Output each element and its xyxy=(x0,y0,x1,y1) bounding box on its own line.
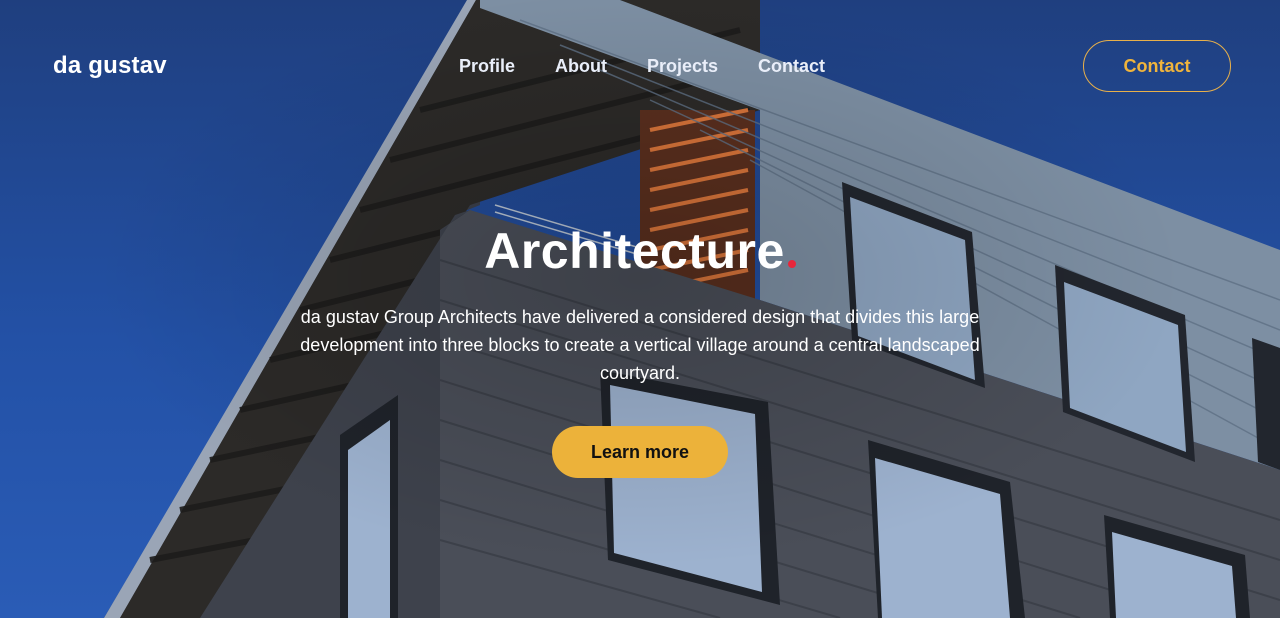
logo[interactable]: da gustav xyxy=(53,52,167,80)
hero-title: Architecture xyxy=(0,222,1280,280)
hero-description: da gustav Group Architects have delivere… xyxy=(300,307,980,383)
main-navigation: Profile About Projects Contact xyxy=(459,56,825,77)
nav-item-profile[interactable]: Profile xyxy=(459,56,515,77)
hero-section: da gustav Profile About Projects Contact… xyxy=(0,0,1280,618)
contact-button[interactable]: Contact xyxy=(1083,40,1231,92)
hero-title-text: Architecture xyxy=(484,223,785,279)
nav-item-about[interactable]: About xyxy=(555,56,607,77)
header: da gustav Profile About Projects Contact… xyxy=(0,0,1280,132)
nav-item-contact[interactable]: Contact xyxy=(758,56,825,77)
learn-more-button[interactable]: Learn more xyxy=(552,426,728,478)
title-accent-dot xyxy=(787,260,796,268)
nav-item-projects[interactable]: Projects xyxy=(647,56,718,77)
